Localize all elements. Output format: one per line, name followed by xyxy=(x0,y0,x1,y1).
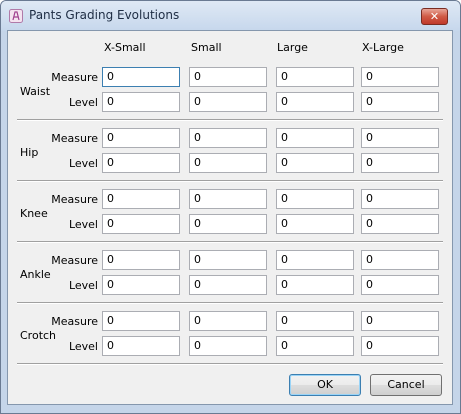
crotch-measure-large-field[interactable]: 0 xyxy=(276,311,354,331)
ankle-level-x-large-field[interactable]: 0 xyxy=(361,275,439,295)
waist-measure-small-field[interactable]: 0 xyxy=(189,67,267,87)
waist-level-small-field[interactable]: 0 xyxy=(189,92,267,112)
row-label-measure: Measure xyxy=(51,71,98,84)
hip-measure-large-field[interactable]: 0 xyxy=(276,128,354,148)
knee-level-x-large-field[interactable]: 0 xyxy=(361,214,439,234)
hip-level-x-large-field[interactable]: 0 xyxy=(361,153,439,173)
ankle-measure-x-large-field[interactable]: 0 xyxy=(361,250,439,270)
app-icon xyxy=(9,9,23,23)
ankle-level-small-field[interactable]: 0 xyxy=(189,275,267,295)
ankle-level-x-small-field[interactable]: 0 xyxy=(102,275,180,295)
waist-measure-x-small-field[interactable]: 0 xyxy=(102,67,180,87)
ankle-measure-small-field[interactable]: 0 xyxy=(189,250,267,270)
close-button[interactable]: ✕ xyxy=(421,8,448,25)
column-header-small: Small xyxy=(191,41,222,54)
row-label-measure: Measure xyxy=(51,193,98,206)
knee-level-large-field[interactable]: 0 xyxy=(276,214,354,234)
waist-measure-x-large-field[interactable]: 0 xyxy=(361,67,439,87)
hip-level-x-small-field[interactable]: 0 xyxy=(102,153,180,173)
group-label-knee: Knee xyxy=(20,207,48,220)
row-label-level: Level xyxy=(68,218,98,231)
group-separator xyxy=(17,180,443,182)
group-separator xyxy=(17,119,443,121)
title-bar[interactable]: Pants Grading Evolutions ✕ xyxy=(1,1,460,31)
row-label-measure: Measure xyxy=(51,254,98,267)
group-label-ankle: Ankle xyxy=(20,268,51,281)
ankle-measure-x-small-field[interactable]: 0 xyxy=(102,250,180,270)
cancel-button[interactable]: Cancel xyxy=(370,374,442,396)
column-header-x-small: X-Small xyxy=(104,41,146,54)
row-label-measure: Measure xyxy=(51,315,98,328)
ankle-measure-large-field[interactable]: 0 xyxy=(276,250,354,270)
hip-measure-x-small-field[interactable]: 0 xyxy=(102,128,180,148)
dialog-window: Pants Grading Evolutions ✕ X-Small Small… xyxy=(0,0,461,414)
row-label-level: Level xyxy=(68,96,98,109)
footer-separator xyxy=(17,363,443,365)
hip-level-small-field[interactable]: 0 xyxy=(189,153,267,173)
group-label-waist: Waist xyxy=(20,85,51,98)
hip-measure-x-large-field[interactable]: 0 xyxy=(361,128,439,148)
group-separator xyxy=(17,241,443,243)
knee-level-x-small-field[interactable]: 0 xyxy=(102,214,180,234)
ok-button[interactable]: OK xyxy=(289,374,361,396)
waist-level-x-large-field[interactable]: 0 xyxy=(361,92,439,112)
close-icon: ✕ xyxy=(429,10,440,23)
row-label-level: Level xyxy=(68,340,98,353)
ankle-level-large-field[interactable]: 0 xyxy=(276,275,354,295)
knee-measure-large-field[interactable]: 0 xyxy=(276,189,354,209)
waist-level-x-small-field[interactable]: 0 xyxy=(102,92,180,112)
crotch-level-x-small-field[interactable]: 0 xyxy=(102,336,180,356)
crotch-measure-x-small-field[interactable]: 0 xyxy=(102,311,180,331)
dialog-content: X-Small Small Large X-Large OK Cancel Wa… xyxy=(7,30,453,405)
crotch-measure-small-field[interactable]: 0 xyxy=(189,311,267,331)
group-label-hip: Hip xyxy=(20,146,39,159)
knee-measure-small-field[interactable]: 0 xyxy=(189,189,267,209)
crotch-level-x-large-field[interactable]: 0 xyxy=(361,336,439,356)
knee-level-small-field[interactable]: 0 xyxy=(189,214,267,234)
row-label-level: Level xyxy=(68,157,98,170)
group-separator xyxy=(17,302,443,304)
hip-level-large-field[interactable]: 0 xyxy=(276,153,354,173)
window-title: Pants Grading Evolutions xyxy=(29,8,180,22)
crotch-level-small-field[interactable]: 0 xyxy=(189,336,267,356)
column-header-large: Large xyxy=(277,41,308,54)
waist-measure-large-field[interactable]: 0 xyxy=(276,67,354,87)
crotch-level-large-field[interactable]: 0 xyxy=(276,336,354,356)
hip-measure-small-field[interactable]: 0 xyxy=(189,128,267,148)
row-label-level: Level xyxy=(68,279,98,292)
knee-measure-x-large-field[interactable]: 0 xyxy=(361,189,439,209)
knee-measure-x-small-field[interactable]: 0 xyxy=(102,189,180,209)
waist-level-large-field[interactable]: 0 xyxy=(276,92,354,112)
row-label-measure: Measure xyxy=(51,132,98,145)
crotch-measure-x-large-field[interactable]: 0 xyxy=(361,311,439,331)
column-header-x-large: X-Large xyxy=(362,41,404,54)
